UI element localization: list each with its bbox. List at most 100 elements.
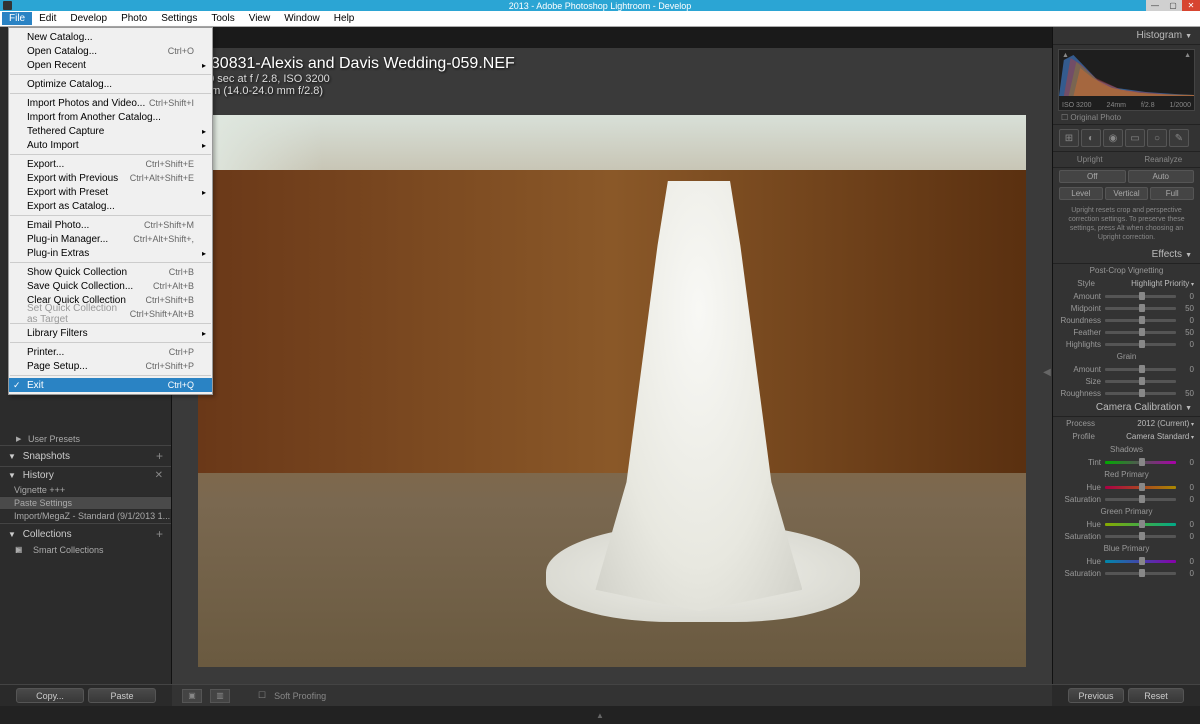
close-button[interactable]: ✕ (1182, 0, 1200, 11)
preset-user-presets[interactable]: ▶User Presets (0, 433, 171, 445)
menu-item-open-recent[interactable]: Open Recent (9, 58, 212, 72)
hue-slider[interactable]: Hue0 (1053, 555, 1200, 567)
menu-item-plug-in-manager[interactable]: Plug-in Manager...Ctrl+Alt+Shift+, (9, 232, 212, 246)
effects-header[interactable]: Effects▼ (1053, 246, 1200, 264)
menu-item-export[interactable]: Export...Ctrl+Shift+E (9, 157, 212, 171)
histogram-header[interactable]: Histogram▼ (1053, 27, 1200, 45)
calibration-header[interactable]: Camera Calibration▼ (1053, 399, 1200, 417)
menu-item-plug-in-extras[interactable]: Plug-in Extras (9, 246, 212, 260)
filmstrip-toggle[interactable]: ▲ (0, 706, 1200, 724)
radial-tool[interactable]: ○ (1147, 129, 1167, 147)
menu-item-open-catalog[interactable]: Open Catalog...Ctrl+O (9, 44, 212, 58)
menu-item-import-from-another-catalog[interactable]: Import from Another Catalog... (9, 110, 212, 124)
photo-preview[interactable] (198, 115, 1026, 667)
upright-tab[interactable]: Upright (1053, 152, 1127, 167)
menu-item-page-setup[interactable]: Page Setup...Ctrl+Shift+P (9, 359, 212, 373)
history-item[interactable]: Paste Settings (0, 497, 171, 510)
roughness-slider[interactable]: Roughness50 (1053, 387, 1200, 399)
photo-exposure: 00 sec at f / 2.8, ISO 3200 (202, 73, 515, 85)
menu-item-library-filters[interactable]: Library Filters (9, 326, 212, 340)
upright-vertical-button[interactable]: Vertical (1105, 187, 1149, 200)
menu-item-tethered-capture[interactable]: Tethered Capture (9, 124, 212, 138)
history-header[interactable]: ▼ History ✕ (0, 467, 171, 484)
soft-proofing-checkbox[interactable]: Soft Proofing (274, 691, 326, 701)
menu-item-save-quick-collection[interactable]: Save Quick Collection...Ctrl+Alt+B (9, 279, 212, 293)
menu-item-printer[interactable]: Printer...Ctrl+P (9, 345, 212, 359)
shadow-clip-icon[interactable]: ▲ (1062, 52, 1069, 59)
app-icon (3, 1, 12, 10)
original-photo-checkbox[interactable]: Original Photo (1053, 111, 1200, 124)
saturation-slider[interactable]: Saturation0 (1053, 493, 1200, 505)
menu-item-show-quick-collection[interactable]: Show Quick CollectionCtrl+B (9, 265, 212, 279)
menu-separator (10, 342, 211, 343)
menu-item-export-as-catalog[interactable]: Export as Catalog... (9, 199, 212, 213)
menu-file[interactable]: File (2, 12, 32, 25)
menu-photo[interactable]: Photo (114, 12, 154, 25)
reanalyze-tab[interactable]: Reanalyze (1127, 152, 1200, 167)
snapshots-header[interactable]: ▼ Snapshots + (0, 446, 171, 466)
collections-header[interactable]: ▼ Collections + (0, 524, 171, 544)
menu-item-optimize-catalog[interactable]: Optimize Catalog... (9, 77, 212, 91)
photo-filename: 130831-Alexis and Davis Wedding-059.NEF (202, 55, 515, 73)
saturation-slider[interactable]: Saturation0 (1053, 530, 1200, 542)
menu-item-export-with-preset[interactable]: Export with Preset (9, 185, 212, 199)
menu-tools[interactable]: Tools (204, 12, 241, 25)
menu-item-export-with-previous[interactable]: Export with PreviousCtrl+Alt+Shift+E (9, 171, 212, 185)
maximize-button[interactable]: ▢ (1164, 0, 1182, 11)
profile-dropdown[interactable]: ProfileCamera Standard (1053, 430, 1200, 443)
minimize-button[interactable]: — (1146, 0, 1164, 11)
module-picker-collapsed[interactable] (172, 27, 1052, 48)
menu-item-email-photo[interactable]: Email Photo...Ctrl+Shift+M (9, 218, 212, 232)
right-edge-expand[interactable]: ◀ (1042, 362, 1052, 382)
loupe-view-button[interactable]: ▣ (182, 689, 202, 703)
menu-settings[interactable]: Settings (154, 12, 204, 25)
menu-item-new-catalog[interactable]: New Catalog... (9, 30, 212, 44)
menu-item-import-photos-and-video[interactable]: Import Photos and Video...Ctrl+Shift+I (9, 96, 212, 110)
menu-item-exit[interactable]: ExitCtrl+Q (9, 378, 212, 392)
roundness-slider[interactable]: Roundness0 (1053, 314, 1200, 326)
paste-button[interactable]: Paste (88, 688, 156, 703)
history-item[interactable]: Import/MegaZ - Standard (9/1/2013 1... (0, 510, 171, 523)
center-viewport: 130831-Alexis and Davis Wedding-059.NEF … (172, 27, 1052, 706)
reset-button[interactable]: Reset (1128, 688, 1184, 703)
crop-tool[interactable]: ⊞ (1059, 129, 1079, 147)
upright-help-text: Upright resets crop and perspective corr… (1053, 202, 1200, 246)
spot-tool[interactable]: ◐ (1081, 129, 1101, 147)
amount-slider[interactable]: Amount0 (1053, 290, 1200, 302)
midpoint-slider[interactable]: Midpoint50 (1053, 302, 1200, 314)
clear-history-icon[interactable]: ✕ (155, 470, 163, 481)
before-after-button[interactable]: ▥ (210, 689, 230, 703)
add-snapshot-icon[interactable]: + (156, 449, 163, 463)
copy-button[interactable]: Copy... (16, 688, 84, 703)
hue-slider[interactable]: Hue0 (1053, 518, 1200, 530)
brush-tool[interactable]: ✎ (1169, 129, 1189, 147)
menu-help[interactable]: Help (327, 12, 362, 25)
highlight-clip-icon[interactable]: ▲ (1184, 52, 1191, 59)
menu-view[interactable]: View (242, 12, 278, 25)
style-dropdown[interactable]: StyleHighlight Priority (1053, 277, 1200, 290)
highlights-slider[interactable]: Highlights0 (1053, 338, 1200, 350)
redeye-tool[interactable]: ◉ (1103, 129, 1123, 147)
upright-full-button[interactable]: Full (1150, 187, 1194, 200)
previous-button[interactable]: Previous (1068, 688, 1124, 703)
upright-auto-button[interactable]: Auto (1128, 170, 1195, 183)
menu-edit[interactable]: Edit (32, 12, 63, 25)
process-dropdown[interactable]: Process2012 (Current) (1053, 417, 1200, 430)
menu-item-auto-import[interactable]: Auto Import (9, 138, 212, 152)
toolbar: ▣ ▥ ☐ Soft Proofing (172, 684, 1052, 706)
amount-slider[interactable]: Amount0 (1053, 363, 1200, 375)
histogram[interactable]: ▲ ▲ ISO 320024mmf/2.81/2000 (1058, 49, 1195, 111)
gradient-tool[interactable]: ▭ (1125, 129, 1145, 147)
feather-slider[interactable]: Feather50 (1053, 326, 1200, 338)
add-collection-icon[interactable]: + (156, 527, 163, 541)
history-item[interactable]: Vignette +++ (0, 484, 171, 497)
upright-level-button[interactable]: Level (1059, 187, 1103, 200)
menu-window[interactable]: Window (277, 12, 327, 25)
menu-develop[interactable]: Develop (63, 12, 114, 25)
upright-off-button[interactable]: Off (1059, 170, 1126, 183)
hue-slider[interactable]: Hue0 (1053, 481, 1200, 493)
size-slider[interactable]: Size (1053, 375, 1200, 387)
smart-collections-item[interactable]: ▶▦ Smart Collections (0, 544, 171, 556)
tint-slider[interactable]: Tint 0 (1053, 456, 1200, 468)
saturation-slider[interactable]: Saturation0 (1053, 567, 1200, 579)
